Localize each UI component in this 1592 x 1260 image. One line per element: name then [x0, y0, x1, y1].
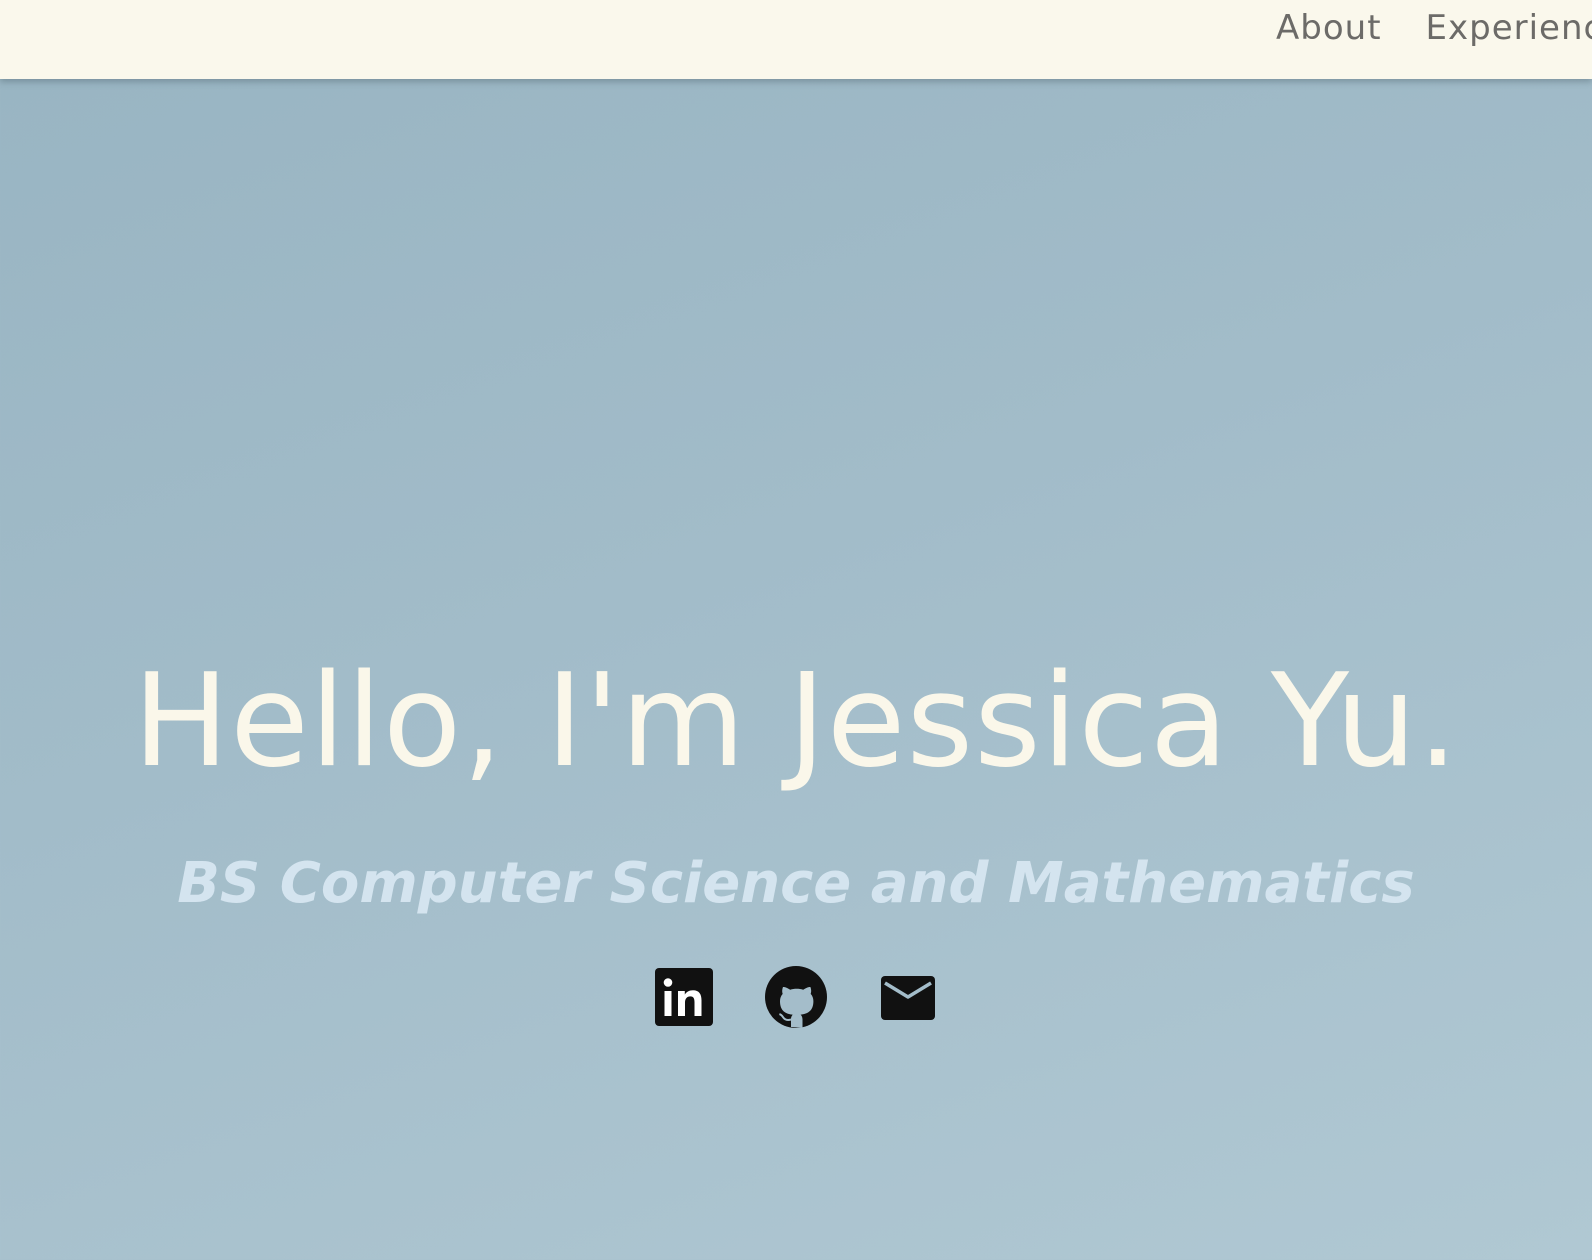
linkedin-link[interactable] — [652, 964, 716, 1028]
mail-icon — [881, 976, 935, 1020]
nav-link-experience[interactable]: Experience — [1426, 8, 1592, 48]
navbar: About Experience — [0, 0, 1592, 79]
nav-link-about[interactable]: About — [1276, 8, 1382, 48]
github-link[interactable] — [764, 964, 828, 1028]
hero-subtitle: BS Computer Science and Mathematics — [177, 851, 1415, 916]
hero-section: Hello, I'm Jessica Yu. BS Computer Scien… — [0, 79, 1592, 1260]
social-links — [0, 963, 1592, 1029]
email-link[interactable] — [876, 964, 940, 1028]
nav-links: About Experience — [1276, 0, 1592, 56]
linkedin-icon — [655, 968, 713, 1026]
github-icon — [765, 966, 827, 1028]
hero-title: Hello, I'm Jessica Yu. — [132, 647, 1460, 796]
